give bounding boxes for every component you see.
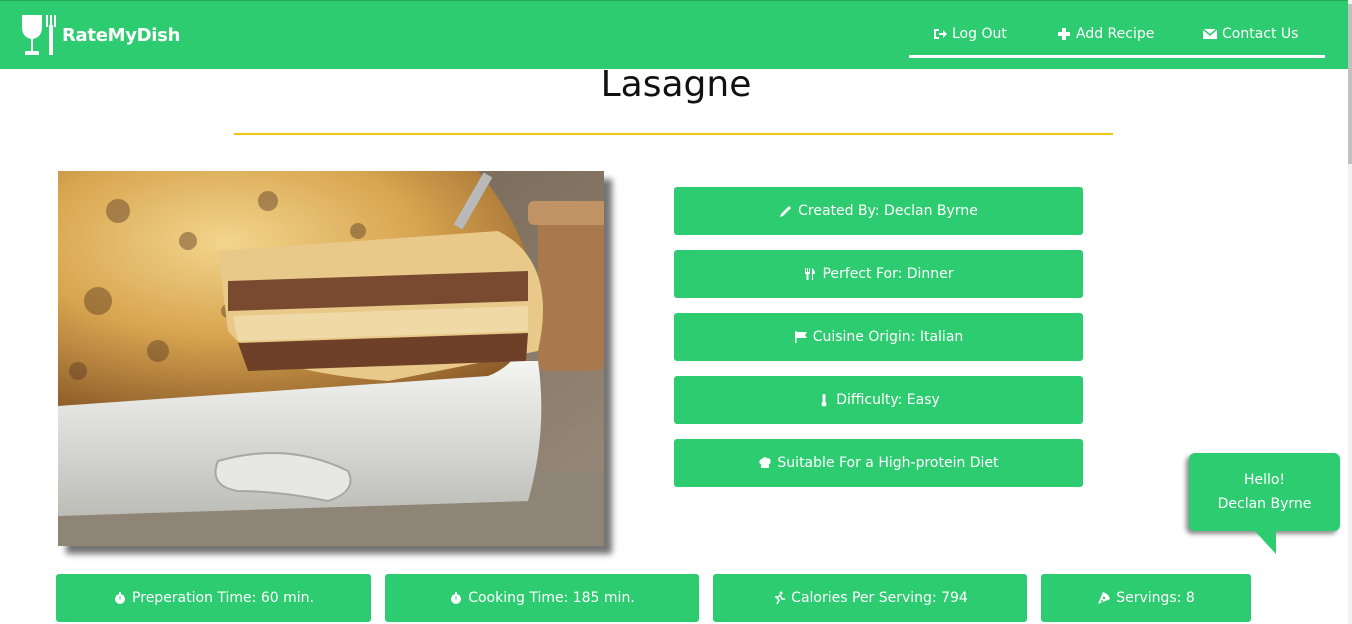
perfect-for-label: Perfect For: Dinner	[822, 266, 954, 282]
cuisine-origin-label: Cuisine Origin: Italian	[812, 329, 964, 345]
created-by-label: Created By: Declan Byrne	[798, 203, 978, 219]
greeting-bubble: Hello! Declan Byrne	[1189, 453, 1340, 531]
envelope-icon	[1203, 28, 1217, 39]
cutlery-icon	[805, 268, 816, 280]
contact-label: Contact Us	[1222, 26, 1299, 42]
greeting-bubble-tail	[1253, 529, 1276, 554]
servings-badge: Servings: 8	[1041, 574, 1251, 622]
contact-link[interactable]: Contact Us	[1203, 15, 1298, 53]
flag-icon	[794, 331, 807, 343]
prep-time-badge: Preperation Time: 60 min.	[56, 574, 371, 622]
wine-glass-fork-logo-icon	[22, 15, 56, 55]
prep-time-label: Preperation Time: 60 min.	[132, 590, 314, 606]
difficulty-label: Difficulty: Easy	[836, 392, 940, 408]
add-recipe-link[interactable]: Add Recipe	[1057, 15, 1154, 53]
logout-label: Log Out	[952, 26, 1007, 42]
difficulty-badge[interactable]: Difficulty: Easy	[674, 376, 1083, 424]
stopwatch-icon	[115, 592, 126, 604]
cooking-time-badge: Cooking Time: 185 min.	[385, 574, 699, 622]
navbar: RateMyDish Log Out Add Recipe Contact Us	[0, 0, 1348, 69]
thermometer-icon	[821, 394, 827, 407]
dish-photo	[58, 171, 604, 546]
recipe-title: Lasagne	[600, 64, 752, 105]
pizza-icon	[1098, 592, 1111, 604]
stopwatch-icon	[451, 592, 462, 604]
plus-icon	[1058, 28, 1070, 40]
brand-name: RateMyDish	[62, 24, 181, 46]
pencil-icon	[780, 206, 792, 217]
chef-hat-icon	[759, 457, 771, 468]
diet-badge[interactable]: Suitable For a High-protein Diet	[674, 439, 1083, 487]
created-by-badge[interactable]: Created By: Declan Byrne	[674, 187, 1083, 235]
calories-label: Calories Per Serving: 794	[791, 590, 968, 606]
cuisine-origin-badge[interactable]: Cuisine Origin: Italian	[674, 313, 1083, 361]
logout-link[interactable]: Log Out	[933, 15, 1007, 53]
logout-icon	[934, 29, 947, 39]
nav-links: Log Out Add Recipe Contact Us	[909, 15, 1325, 58]
add-recipe-label: Add Recipe	[1076, 26, 1155, 42]
greeting-user: Declan Byrne	[1217, 496, 1312, 512]
servings-label: Servings: 8	[1116, 590, 1195, 606]
running-icon	[775, 591, 786, 605]
brand[interactable]: RateMyDish	[20, 13, 180, 57]
greeting-hello: Hello!	[1243, 472, 1286, 488]
calories-badge: Calories Per Serving: 794	[713, 574, 1027, 622]
title-divider	[234, 133, 1113, 135]
lasagne-photo-illustration	[58, 171, 604, 546]
perfect-for-badge[interactable]: Perfect For: Dinner	[674, 250, 1083, 298]
diet-label: Suitable For a High-protein Diet	[777, 455, 999, 471]
cooking-time-label: Cooking Time: 185 min.	[468, 590, 635, 606]
